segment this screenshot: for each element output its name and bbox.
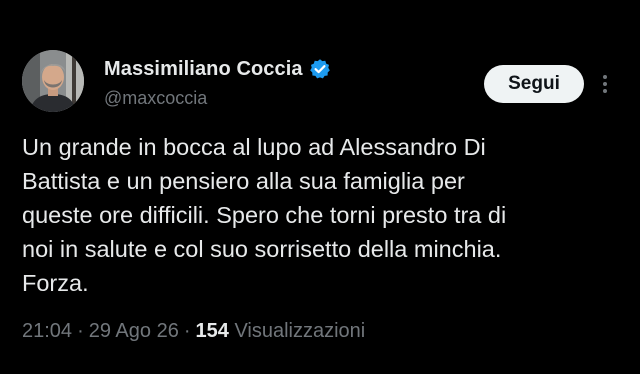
- avatar[interactable]: [22, 50, 84, 112]
- tweet-text-line: Forza.: [22, 270, 89, 296]
- tweet-text-line: noi in salute e col suo sorrisetto della…: [22, 236, 502, 262]
- tweet-card: Massimiliano Coccia @maxcoccia Segui Un …: [0, 0, 640, 374]
- meta-separator: ·: [77, 320, 84, 342]
- profile-photo-icon: [22, 50, 84, 112]
- follow-button[interactable]: Segui: [484, 65, 584, 103]
- display-name-row: Massimiliano Coccia: [104, 56, 331, 82]
- tweet-text: Un grande in bocca al lupo ad Alessandro…: [22, 130, 622, 300]
- tweet-time[interactable]: 21:04: [22, 320, 72, 342]
- handle[interactable]: @maxcoccia: [104, 88, 331, 109]
- author-info: Massimiliano Coccia @maxcoccia: [104, 56, 331, 109]
- tweet-text-line: Battista e un pensiero alla sua famiglia…: [22, 168, 465, 194]
- tweet-date[interactable]: 29 Ago 26: [89, 320, 179, 342]
- meta-separator: ·: [183, 320, 191, 342]
- views-label[interactable]: Visualizzazioni: [234, 320, 365, 342]
- views-count[interactable]: 154: [196, 320, 229, 342]
- verified-badge-icon: [309, 58, 331, 80]
- tweet-text-line: Un grande in bocca al lupo ad Alessandro…: [22, 134, 486, 160]
- display-name[interactable]: Massimiliano Coccia: [104, 58, 303, 81]
- tweet-meta: 21:04 · 29 Ago 26 · 154 Visualizzazioni: [22, 320, 365, 343]
- more-vertical-icon[interactable]: [597, 68, 613, 100]
- tweet-text-line: queste ore difficili. Spero che torni pr…: [22, 202, 507, 228]
